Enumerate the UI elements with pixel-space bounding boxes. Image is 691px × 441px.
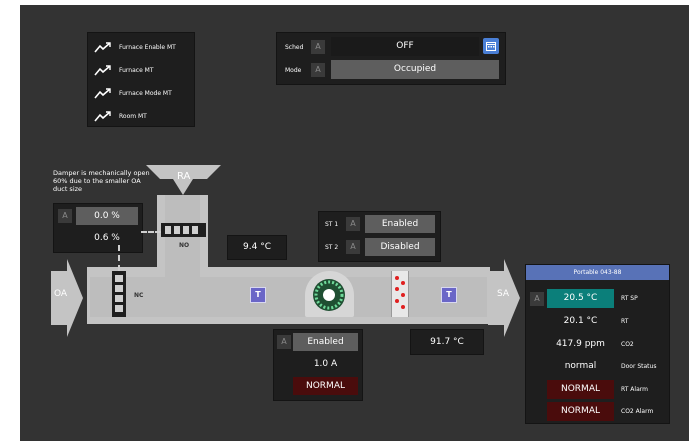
oa-damper-link-line xyxy=(118,245,120,271)
hvac-graphic-canvas: Furnace Enable MT Furnace MT Furnace Mod… xyxy=(20,5,689,441)
sched-value[interactable]: OFF xyxy=(331,37,479,56)
sched-auto-indicator[interactable]: A xyxy=(311,40,325,54)
sched-label: Sched xyxy=(285,44,304,51)
stage1-value[interactable]: Enabled xyxy=(365,215,435,233)
fan-auto-indicator[interactable]: A xyxy=(277,335,291,349)
damper-auto-indicator[interactable]: A xyxy=(58,209,72,223)
co2-alarm-value: NORMAL xyxy=(547,402,614,421)
trends-panel: Furnace Enable MT Furnace MT Furnace Mod… xyxy=(87,32,195,127)
rt-value: 20.1 °C xyxy=(563,316,598,326)
supply-air-temp-sensor[interactable]: T xyxy=(441,287,457,303)
co2-label: CO2 xyxy=(621,341,634,348)
trend-item-furnace-enable[interactable]: Furnace Enable MT xyxy=(94,41,192,55)
trend-icon xyxy=(94,65,111,76)
stage2-value[interactable]: Disabled xyxy=(365,238,435,256)
trend-icon xyxy=(94,88,111,99)
rt-sp-label: RT SP xyxy=(621,295,638,302)
oa-damper xyxy=(112,271,126,317)
portable-title: Portable 043-88 xyxy=(526,265,669,280)
portable-panel: Portable 043-88 A 20.5 °C RT SP 20.1 °C … xyxy=(525,264,670,424)
rt-label: RT xyxy=(621,318,629,325)
stage1-label: ST 1 xyxy=(325,221,339,228)
fan-current: 1.0 A xyxy=(313,359,338,369)
trend-label: Furnace Mode MT xyxy=(119,90,172,97)
trend-label: Furnace Enable MT xyxy=(119,44,176,51)
trend-item-furnace[interactable]: Furnace MT xyxy=(94,64,192,78)
co2-alarm-label: CO2 Alarm xyxy=(621,408,654,415)
stages-panel: ST 1 A Enabled ST 2 A Disabled xyxy=(318,211,441,262)
mode-value[interactable]: Occupied xyxy=(331,60,499,79)
fan-icon[interactable] xyxy=(312,278,346,312)
fan-status[interactable]: Enabled xyxy=(293,333,358,351)
damper-link-line xyxy=(141,231,161,233)
trend-icon xyxy=(94,111,111,122)
trend-item-room[interactable]: Room MT xyxy=(94,110,192,124)
calendar-button[interactable] xyxy=(483,38,499,54)
trend-item-furnace-mode[interactable]: Furnace Mode MT xyxy=(94,87,192,101)
stage1-auto-indicator[interactable]: A xyxy=(346,217,360,231)
door-status-label: Door Status xyxy=(621,363,657,370)
damper-panel: A 0.0 % 0.6 % xyxy=(53,203,143,253)
no-label: NO xyxy=(179,242,190,249)
damper-feedback: 0.6 % xyxy=(94,233,120,243)
trend-label: Room MT xyxy=(119,113,147,120)
door-status-value: normal xyxy=(564,361,597,371)
rt-sp-value[interactable]: 20.5 °C xyxy=(547,289,614,308)
mode-label: Mode xyxy=(285,67,302,74)
stage2-auto-indicator[interactable]: A xyxy=(346,240,360,254)
fan-alarm: NORMAL xyxy=(293,377,358,395)
co2-value: 417.9 ppm xyxy=(556,339,605,349)
rt-alarm-label: RT Alarm xyxy=(621,386,648,393)
mode-auto-indicator[interactable]: A xyxy=(311,63,325,77)
nc-label: NC xyxy=(134,292,144,299)
trend-label: Furnace MT xyxy=(119,67,154,74)
fan-panel: A Enabled 1.0 A NORMAL xyxy=(273,329,363,401)
ra-label: RA xyxy=(177,171,191,182)
mixed-air-temp-sensor[interactable]: T xyxy=(250,287,266,303)
sa-temp-value: 91.7 °C xyxy=(410,329,484,355)
heating-coil xyxy=(391,271,409,317)
ra-damper xyxy=(161,223,206,237)
calendar-icon xyxy=(486,42,496,51)
damper-note: Damper is mechanically open 60% due to t… xyxy=(53,169,150,193)
damper-command[interactable]: 0.0 % xyxy=(76,207,138,225)
portable-auto-indicator[interactable]: A xyxy=(530,292,544,306)
sa-label: SA xyxy=(497,289,510,299)
trend-icon xyxy=(94,42,111,53)
schedule-panel: Sched A OFF Mode A Occupied xyxy=(276,32,506,85)
stage2-label: ST 2 xyxy=(325,244,339,251)
oa-label: OA xyxy=(54,289,68,299)
rt-alarm-value: NORMAL xyxy=(547,380,614,399)
duct-inner xyxy=(90,277,487,317)
ra-temp-value: 9.4 °C xyxy=(227,235,287,260)
